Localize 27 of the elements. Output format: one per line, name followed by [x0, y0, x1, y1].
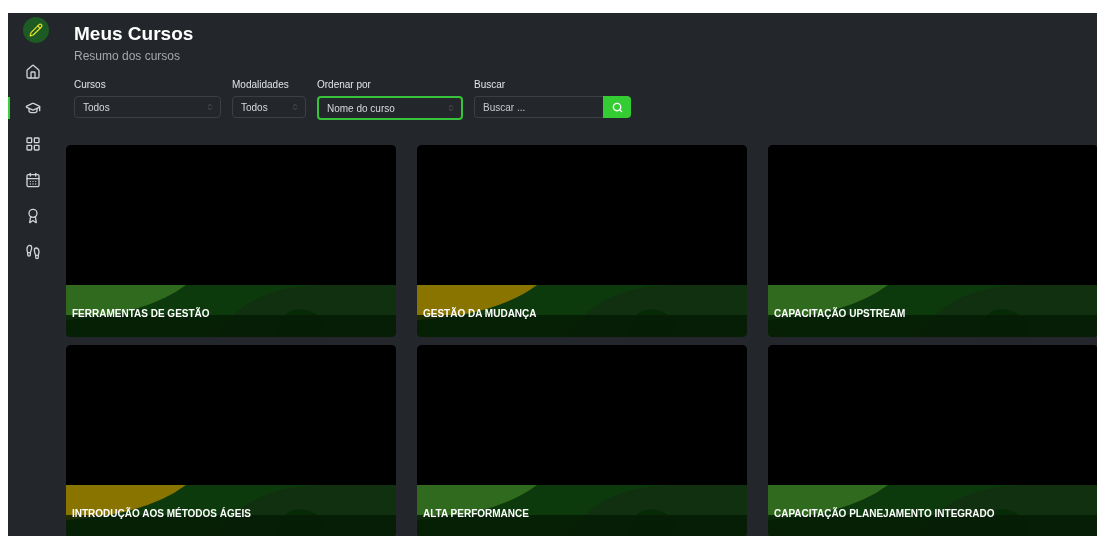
- course-card[interactable]: ALTA PERFORMANCE: [417, 345, 747, 536]
- sort-icon: [447, 104, 455, 112]
- select-field[interactable]: Nome do curso: [317, 96, 463, 120]
- course-card[interactable]: CAPACITAÇÃO PLANEJAMENTO INTEGRADO: [768, 345, 1097, 536]
- filter-label: Buscar: [474, 79, 507, 90]
- course-title: CAPACITAÇÃO PLANEJAMENTO INTEGRADO: [774, 508, 995, 519]
- course-title: FERRAMENTAS DE GESTÃO: [72, 308, 210, 319]
- page-title: Meus Cursos: [74, 23, 195, 45]
- filter-label: Modalidades: [232, 79, 290, 90]
- course-card[interactable]: CAPACITAÇÃO UPSTREAM: [768, 145, 1097, 337]
- select-field[interactable]: Todos: [232, 96, 306, 118]
- page-subtitle: Resumo dos cursos: [74, 49, 182, 63]
- course-card[interactable]: INTRODUÇÃO AOS MÉTODOS ÁGEIS: [66, 345, 396, 536]
- course-title: ALTA PERFORMANCE: [423, 508, 529, 519]
- select-field[interactable]: Todos: [74, 96, 221, 118]
- course-card[interactable]: GESTÃO DA MUDANÇA: [417, 145, 747, 337]
- filter-label: Cursos: [74, 79, 107, 90]
- logo-icon[interactable]: [22, 17, 49, 43]
- course-card[interactable]: FERRAMENTAS DE GESTÃO: [66, 145, 396, 337]
- course-title: CAPACITAÇÃO UPSTREAM: [774, 308, 906, 319]
- course-title: INTRODUÇÃO AOS MÉTODOS ÁGEIS: [72, 508, 251, 519]
- sort-icon: [206, 103, 214, 111]
- filter-label: Ordenar por: [317, 79, 372, 90]
- course-title: GESTÃO DA MUDANÇA: [423, 308, 537, 319]
- search-icon: [611, 101, 623, 113]
- sort-icon: [291, 103, 299, 111]
- search-field[interactable]: Buscar ...: [474, 96, 603, 118]
